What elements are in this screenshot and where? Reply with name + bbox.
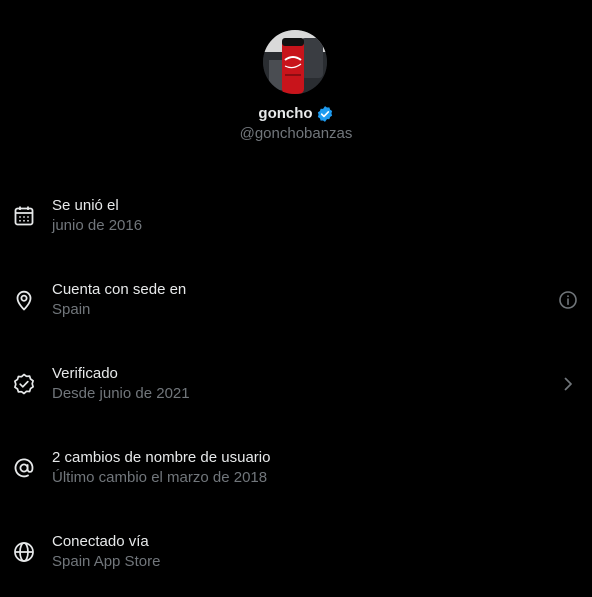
row-title: 2 cambios de nombre de usuario <box>52 449 271 466</box>
profile-handle: @gonchobanzas <box>239 125 353 142</box>
account-location-row: Cuenta con sede en Spain <box>0 258 592 342</box>
connected-via-text: Conectado vía Spain App Store <box>52 532 532 572</box>
info-icon[interactable] <box>558 290 578 310</box>
globe-icon <box>12 540 36 564</box>
joined-date-text: Se unió el junio de 2016 <box>52 196 532 236</box>
verified-text: Verificado Desde junio de 2021 <box>52 364 532 404</box>
connected-via-row: Conectado vía Spain App Store <box>0 510 592 594</box>
username-changes-row: 2 cambios de nombre de usuario Último ca… <box>0 426 592 510</box>
display-name: goncho <box>258 105 313 122</box>
location-pin-icon <box>12 288 36 312</box>
joined-date-row: Se unió el junio de 2016 <box>0 174 592 258</box>
profile-header: goncho @gonchobanzas <box>0 0 592 160</box>
row-subtitle: Spain <box>52 301 91 318</box>
row-title: Se unió el <box>52 197 119 214</box>
row-title: Cuenta con sede en <box>52 281 187 298</box>
username-changes-text: 2 cambios de nombre de usuario Último ca… <box>52 448 532 488</box>
avatar-image <box>263 30 327 94</box>
row-subtitle: Último cambio el marzo de 2018 <box>52 469 268 486</box>
row-subtitle: Desde junio de 2021 <box>52 385 190 402</box>
avatar[interactable] <box>263 30 327 94</box>
row-subtitle: Spain App Store <box>52 553 161 570</box>
account-location-text: Cuenta con sede en Spain <box>52 280 532 320</box>
row-subtitle: junio de 2016 <box>52 217 143 234</box>
verified-row[interactable]: Verificado Desde junio de 2021 <box>0 342 592 426</box>
verified-badge-icon <box>316 105 334 123</box>
row-title: Verificado <box>52 365 118 382</box>
row-title: Conectado vía <box>52 533 149 550</box>
at-sign-icon <box>12 456 36 480</box>
chevron-right-icon[interactable] <box>558 374 578 394</box>
about-account-list: Se unió el junio de 2016 Cuenta con sede… <box>0 174 592 594</box>
verified-check-icon <box>12 372 36 396</box>
calendar-icon <box>12 204 36 228</box>
name-row: goncho <box>0 103 592 125</box>
